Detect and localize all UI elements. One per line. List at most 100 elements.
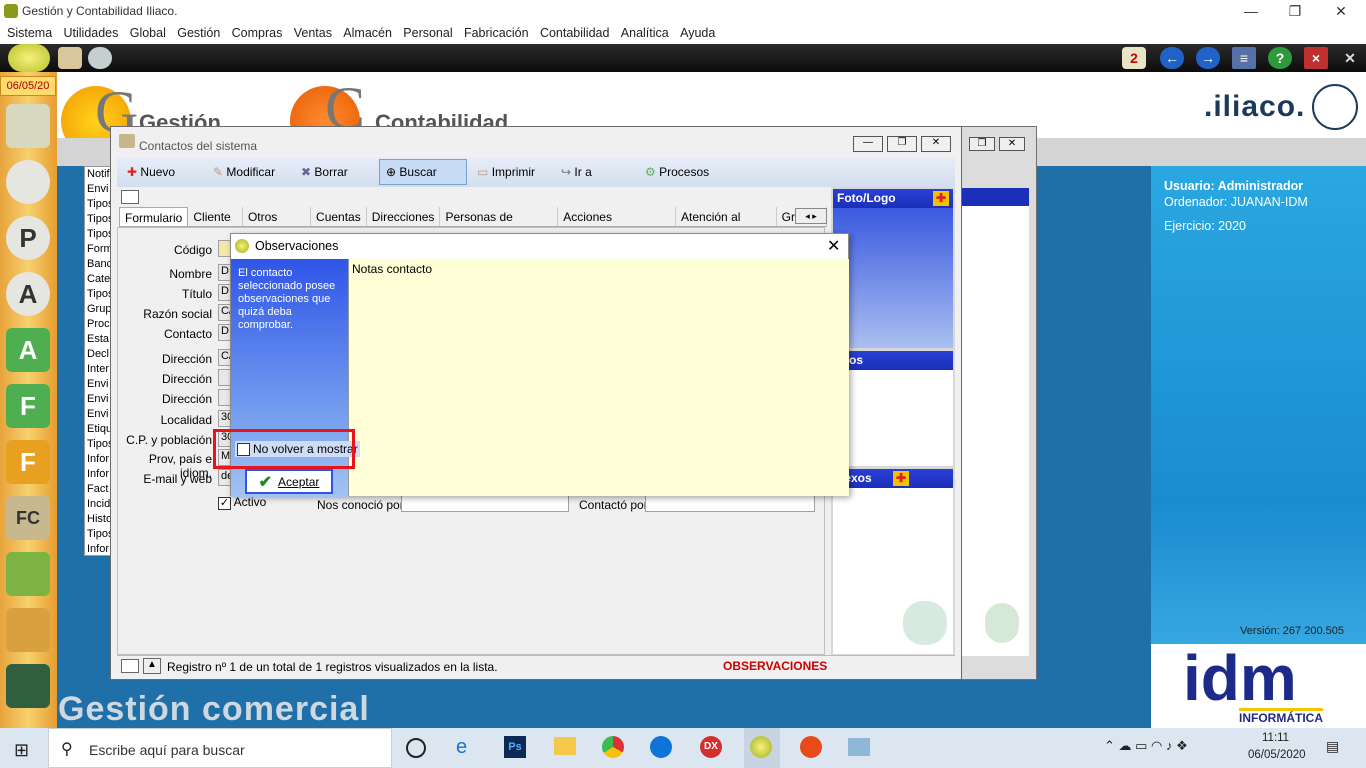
menu-contabilidad[interactable]: Contabilidad (536, 22, 614, 44)
user-icon[interactable] (88, 47, 112, 69)
left-list-item[interactable]: Notif (85, 167, 113, 182)
left-list-item[interactable]: Tipos (85, 227, 113, 242)
imprimir-button[interactable]: ▭ Imprimir (467, 165, 555, 179)
menu-gestion[interactable]: Gestión (173, 22, 224, 44)
clock-time[interactable]: 11:11 (1262, 732, 1289, 744)
tab-atencion-cliente[interactable]: Atención al cliente (676, 207, 777, 226)
gestion-app-icon[interactable] (750, 736, 772, 758)
left-list-item[interactable]: Banc (85, 257, 113, 272)
chrome-icon[interactable] (602, 736, 624, 758)
tab-personas-contacto[interactable]: Personas de contacto (440, 207, 559, 226)
left-list-item[interactable]: Inter (85, 362, 113, 377)
tab-acciones-comerciales[interactable]: Acciones comerciales (558, 207, 677, 226)
exit-icon[interactable]: ✕ (1338, 47, 1362, 69)
win2-restore-button[interactable]: ❐ (969, 137, 995, 151)
factura-cliente-icon[interactable]: FC (6, 496, 50, 540)
left-list-item[interactable]: Tipos (85, 212, 113, 227)
home-orb-icon[interactable] (8, 44, 50, 72)
close-button[interactable]: ✕ (1318, 0, 1364, 22)
menu-ventas[interactable]: Ventas (290, 22, 336, 44)
menu-sistema[interactable]: Sistema (3, 22, 56, 44)
borrar-button[interactable]: ✖ Borrar (295, 165, 379, 179)
tab-formulario[interactable]: Formulario (119, 207, 189, 226)
notepad-icon[interactable] (848, 738, 870, 756)
add-photo-icon[interactable]: ✚ (933, 191, 949, 206)
left-list-item[interactable]: Tipos (85, 437, 113, 452)
add-anexo-icon[interactable]: ✚ (893, 471, 909, 486)
activo-checkbox[interactable]: ✓ Activo (218, 495, 266, 510)
menu-ayuda[interactable]: Ayuda (676, 22, 719, 44)
ir-a-button[interactable]: ↪ Ir a (555, 165, 639, 179)
status-up-icon[interactable]: ▲ (143, 658, 161, 674)
left-list-item[interactable]: Tipos (85, 527, 113, 542)
help-icon[interactable]: ? (1268, 47, 1292, 69)
win2-close-button[interactable]: ✕ (999, 137, 1025, 151)
forward-arrow-icon[interactable]: → (1196, 47, 1220, 69)
left-list-item[interactable]: Infor (85, 467, 113, 482)
left-list-item[interactable]: Tipos (85, 287, 113, 302)
observaciones-label[interactable]: OBSERVACIONES (723, 659, 827, 673)
aceptar-button[interactable]: ✔ Aceptar (245, 469, 333, 494)
user-icon[interactable] (6, 160, 50, 204)
menu-utilidades[interactable]: Utilidades (60, 22, 123, 44)
left-list-item[interactable]: Fact (85, 482, 113, 497)
windows-icon[interactable]: ≡ (1232, 47, 1256, 69)
maximize-button[interactable]: ❐ (1272, 0, 1318, 22)
contacts-maximize-button[interactable]: ❐ (887, 136, 917, 152)
left-list-item[interactable]: Form (85, 242, 113, 257)
buscar-button[interactable]: ⊕ Buscar (379, 159, 467, 185)
close-window-icon[interactable]: × (1304, 47, 1328, 69)
left-list-item[interactable]: Envi (85, 182, 113, 197)
left-list-item[interactable]: Infor (85, 542, 113, 555)
tab-cuentas[interactable]: Cuentas (311, 207, 367, 226)
tab-scroll-arrows[interactable]: ◂ ▸ (795, 208, 827, 224)
left-list-item[interactable]: Etiqu (85, 422, 113, 437)
app-flame-icon[interactable] (800, 736, 822, 758)
task-view-icon[interactable] (406, 738, 426, 758)
left-list-item[interactable]: Envi (85, 377, 113, 392)
tray-icons[interactable]: ⌃ ☁ ▭ ◠ ♪ ❖ (1104, 738, 1188, 754)
left-list-item[interactable]: Infor (85, 452, 113, 467)
tab-cliente-1[interactable]: Cliente 1 (188, 207, 243, 226)
bag-orange-icon[interactable] (6, 608, 50, 652)
dialog-close-icon[interactable]: ✕ (827, 236, 840, 256)
menu-personal[interactable]: Personal (399, 22, 456, 44)
left-list-item[interactable]: Esta (85, 332, 113, 347)
albaran-icon[interactable]: A (6, 328, 50, 372)
clock-date[interactable]: 06/05/2020 (1248, 749, 1306, 761)
modificar-button[interactable]: ✎ Modificar (207, 165, 295, 179)
left-list-item[interactable]: Cate (85, 272, 113, 287)
left-list-item[interactable]: Envi (85, 392, 113, 407)
minimize-button[interactable]: — (1228, 0, 1274, 22)
grid-view-icon[interactable] (121, 190, 139, 204)
search-box[interactable]: ⚲ Escribe aquí para buscar (48, 728, 392, 768)
bag-green-icon[interactable] (6, 552, 50, 596)
contacto-por-field[interactable] (645, 495, 815, 512)
tab-otros-datos[interactable]: Otros datos (243, 207, 312, 226)
dialog-notes[interactable]: Notas contacto (348, 259, 849, 496)
report-icon[interactable] (6, 664, 50, 708)
contacts-close-button[interactable]: ✕ (921, 136, 951, 152)
status-list-icon[interactable] (121, 659, 139, 673)
photoshop-icon[interactable]: Ps (504, 736, 526, 758)
nos-conocio-field[interactable] (401, 495, 569, 512)
users-icon[interactable] (58, 47, 82, 69)
windows-start-icon[interactable]: ⊞ (14, 740, 29, 761)
left-list-item[interactable]: Incid (85, 497, 113, 512)
menu-compras[interactable]: Compras (228, 22, 287, 44)
messages-icon[interactable]: 2 (1122, 47, 1146, 69)
edge-icon[interactable]: e (456, 736, 467, 759)
left-list-item[interactable]: Decl (85, 347, 113, 362)
back-arrow-icon[interactable]: ← (1160, 47, 1184, 69)
provider-icon[interactable]: P (6, 216, 50, 260)
contacts-icon[interactable] (6, 104, 50, 148)
notifications-icon[interactable]: ▤ (1326, 738, 1339, 755)
factura-icon[interactable]: F (6, 384, 50, 428)
dx-icon[interactable]: DX (700, 736, 722, 758)
menu-fabricacion[interactable]: Fabricación (460, 22, 533, 44)
left-list-item[interactable]: Tipos (85, 197, 113, 212)
factura-compra-icon[interactable]: F (6, 440, 50, 484)
left-list-item[interactable]: Grup (85, 302, 113, 317)
menu-almacen[interactable]: Almacén (339, 22, 396, 44)
contacts-minimize-button[interactable]: — (853, 136, 883, 152)
